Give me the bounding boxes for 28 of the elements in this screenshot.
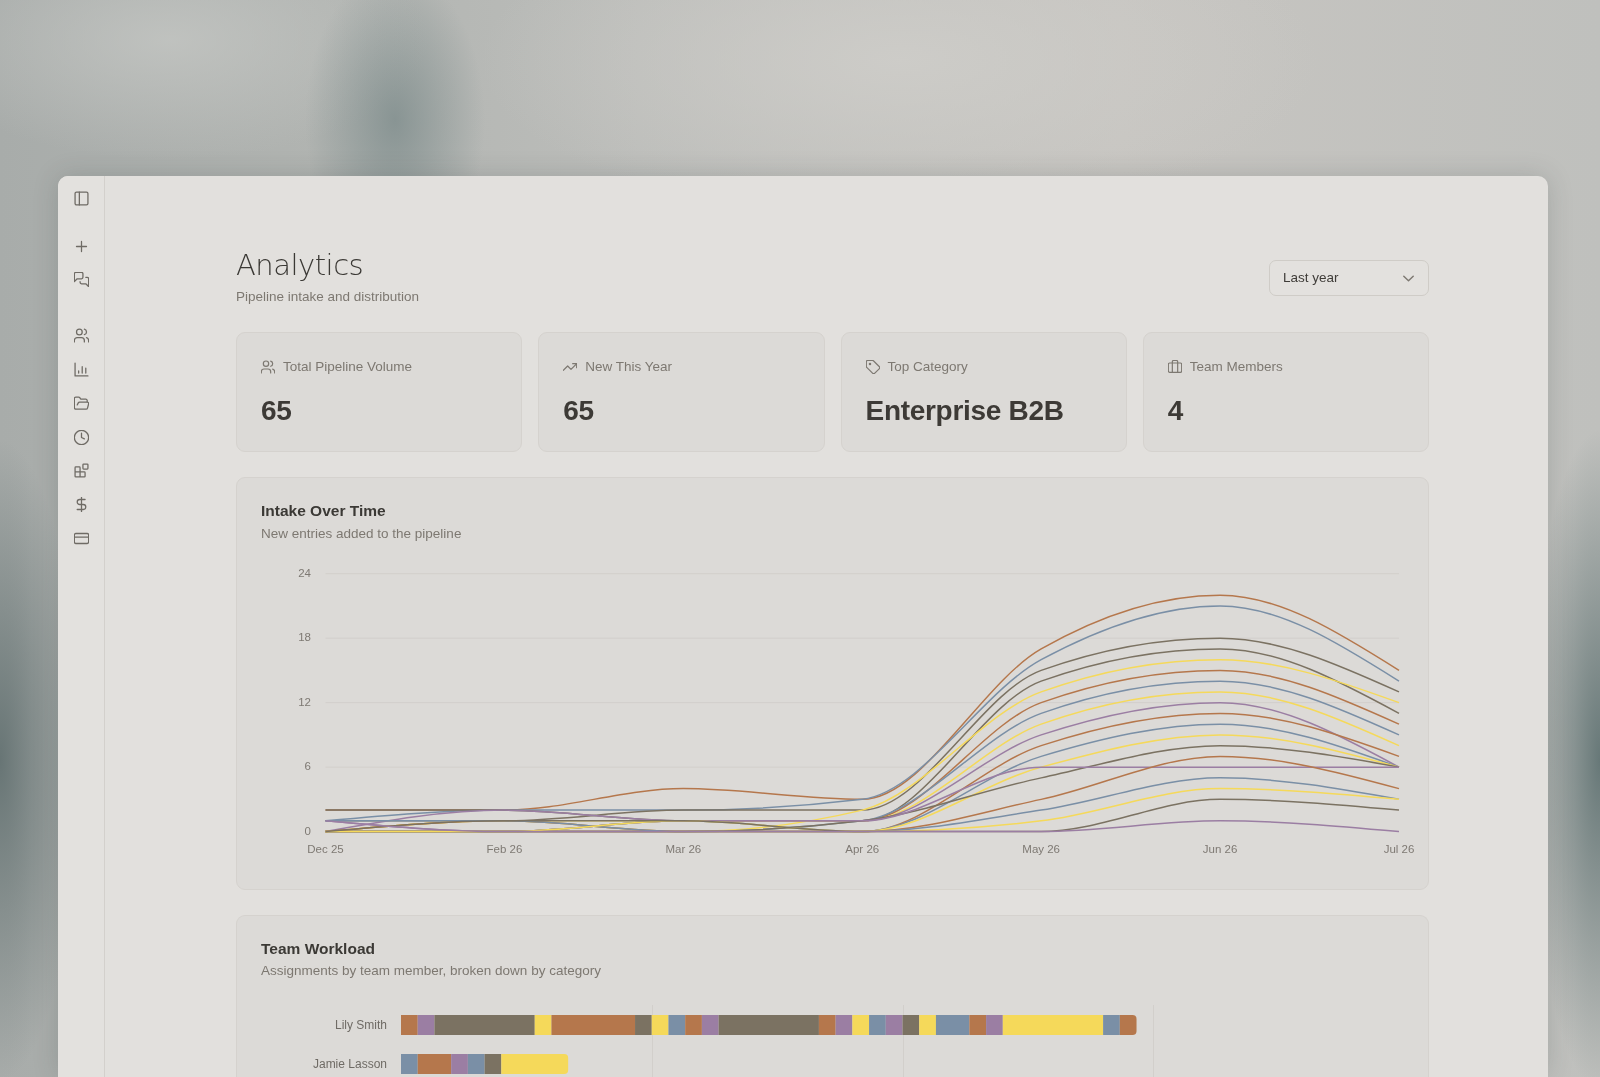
axis-label: Jun 26 [1202, 843, 1238, 856]
card-title: Intake Over Time [261, 502, 387, 520]
stat-label: Total Pipeline Volume [283, 358, 413, 376]
axis-label: May 26 [1022, 843, 1061, 856]
axis-label: 12 [298, 695, 311, 708]
axis-label: Dec 25 [307, 843, 344, 856]
axis-label: Mar 26 [665, 843, 702, 856]
card-subtitle: Assignments by team member, broken down by category [261, 962, 602, 980]
axis-label: Feb 26 [486, 843, 523, 856]
row-label: Jamie Lasson [312, 1056, 387, 1071]
axis-label: Apr 26 [845, 843, 880, 856]
page-title: Analytics [236, 247, 365, 284]
stat-label: New This Year [585, 358, 673, 376]
stat-value: 4 [1167, 394, 1185, 428]
page-subtitle: Pipeline intake and distribution [236, 288, 420, 306]
card-subtitle: New entries added to the pipeline [261, 525, 463, 543]
stat-value: 65 [563, 394, 595, 428]
axis-label: 18 [298, 631, 311, 644]
card-title: Team Workload [261, 940, 376, 958]
stat-value: Enterprise B2B [865, 394, 1065, 428]
axis-label: 0 [304, 824, 311, 837]
axis-label: 24 [298, 566, 311, 579]
stat-label: Top Category [887, 358, 968, 376]
axis-label: Jul 26 [1383, 843, 1415, 856]
axis-label: 6 [304, 760, 311, 773]
row-label: Lily Smith [335, 1017, 387, 1032]
stat-value: 65 [261, 394, 293, 428]
stat-label: Team Members [1189, 358, 1283, 376]
